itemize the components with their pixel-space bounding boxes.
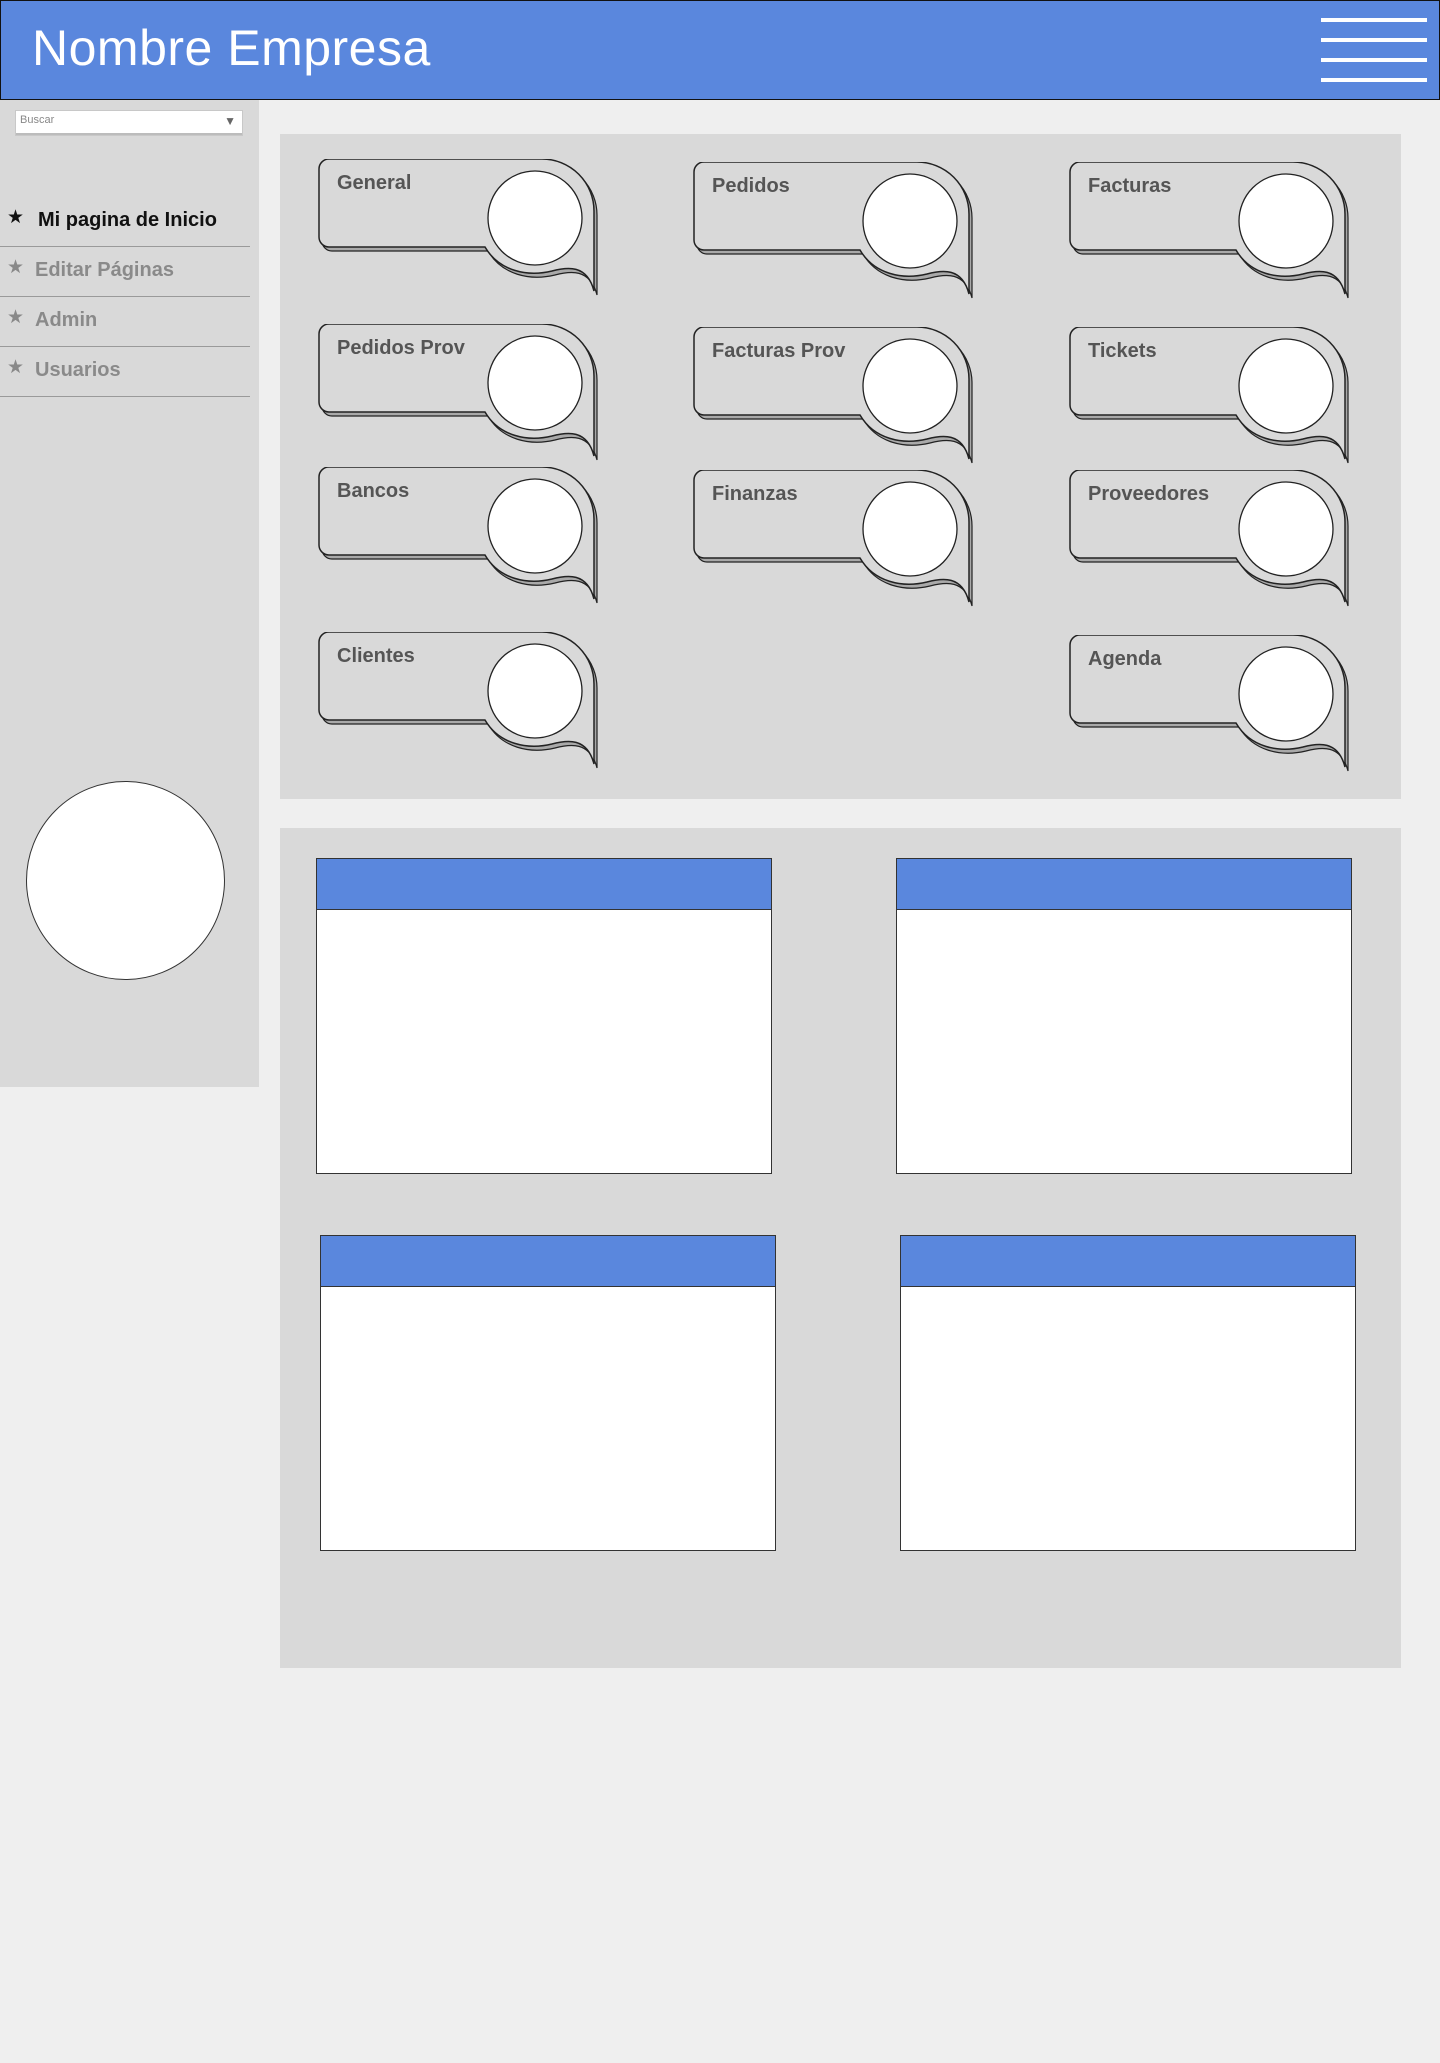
widget-card xyxy=(316,858,772,1174)
tile-icon-circle xyxy=(1238,173,1334,269)
sidebar-nav: ★ Mi pagina de Inicio ★ Editar Páginas ★… xyxy=(0,197,250,397)
widget-card xyxy=(320,1235,776,1551)
star-icon: ★ xyxy=(7,207,25,228)
sidebar-item-usuarios[interactable]: ★ Usuarios xyxy=(0,347,250,397)
company-name: Nombre Empresa xyxy=(32,20,431,76)
tile-facturas[interactable]: Facturas xyxy=(1068,162,1349,302)
sidebar-item-label: Editar Páginas xyxy=(35,259,174,281)
sidebar-item-admin[interactable]: ★ Admin xyxy=(0,297,250,347)
widget-card xyxy=(900,1235,1356,1551)
search-input[interactable] xyxy=(20,114,210,126)
tile-icon-circle xyxy=(1238,646,1334,742)
sidebar-item-label: Usuarios xyxy=(35,359,121,381)
tile-pedidos[interactable]: Pedidos xyxy=(692,162,973,302)
tile-label: Clientes xyxy=(337,645,415,667)
tile-bancos[interactable]: Bancos xyxy=(317,467,598,607)
widget-header xyxy=(901,1236,1355,1287)
sidebar-item-label: Admin xyxy=(35,309,98,331)
tile-icon-circle xyxy=(862,173,958,269)
app-header: Nombre Empresa xyxy=(0,0,1440,100)
tile-facturas-prov[interactable]: Facturas Prov xyxy=(692,327,973,467)
sidebar: ▼ ★ Mi pagina de Inicio ★ Editar Páginas… xyxy=(0,100,259,1087)
hamburger-menu-icon[interactable] xyxy=(1321,18,1429,84)
tile-clientes[interactable]: Clientes xyxy=(317,632,598,772)
tile-tickets[interactable]: Tickets xyxy=(1068,327,1349,467)
tile-icon-circle xyxy=(487,478,583,574)
tile-proveedores[interactable]: Proveedores xyxy=(1068,470,1349,610)
tile-icon-circle xyxy=(862,481,958,577)
tile-label: Pedidos Prov xyxy=(337,337,465,359)
search-dropdown[interactable]: ▼ xyxy=(15,110,243,136)
star-icon: ★ xyxy=(7,307,25,328)
tile-icon-circle xyxy=(487,170,583,266)
widgets-panel xyxy=(280,828,1401,1668)
tile-icon-circle xyxy=(487,643,583,739)
tile-label: Finanzas xyxy=(712,483,798,505)
tile-label: Facturas Prov xyxy=(712,340,846,362)
tile-label: Pedidos xyxy=(712,175,790,197)
tile-icon-circle xyxy=(862,338,958,434)
tile-label: General xyxy=(337,172,412,194)
tile-agenda[interactable]: Agenda xyxy=(1068,635,1349,775)
sidebar-item-inicio[interactable]: ★ Mi pagina de Inicio xyxy=(0,197,250,247)
chevron-down-icon[interactable]: ▼ xyxy=(224,114,236,128)
tile-label: Proveedores xyxy=(1088,483,1210,505)
tile-label: Facturas xyxy=(1088,175,1172,197)
shortcuts-panel: General Pedidos Facturas Pedidos Prov Fa… xyxy=(280,134,1401,799)
tile-label: Tickets xyxy=(1088,340,1157,362)
tile-icon-circle xyxy=(1238,338,1334,434)
widget-card xyxy=(896,858,1352,1174)
tile-label: Agenda xyxy=(1088,648,1162,670)
avatar xyxy=(26,781,225,980)
tile-pedidos-prov[interactable]: Pedidos Prov xyxy=(317,324,598,464)
widget-header xyxy=(897,859,1351,910)
tile-icon-circle xyxy=(487,335,583,431)
sidebar-item-label: Mi pagina de Inicio xyxy=(38,209,217,231)
widget-header xyxy=(321,1236,775,1287)
tile-label: Bancos xyxy=(337,480,410,502)
widget-header xyxy=(317,859,771,910)
sidebar-item-editar-paginas[interactable]: ★ Editar Páginas xyxy=(0,247,250,297)
star-icon: ★ xyxy=(7,357,25,378)
star-icon: ★ xyxy=(7,257,25,278)
tile-general[interactable]: General xyxy=(317,159,598,299)
tile-finanzas[interactable]: Finanzas xyxy=(692,470,973,610)
tile-icon-circle xyxy=(1238,481,1334,577)
